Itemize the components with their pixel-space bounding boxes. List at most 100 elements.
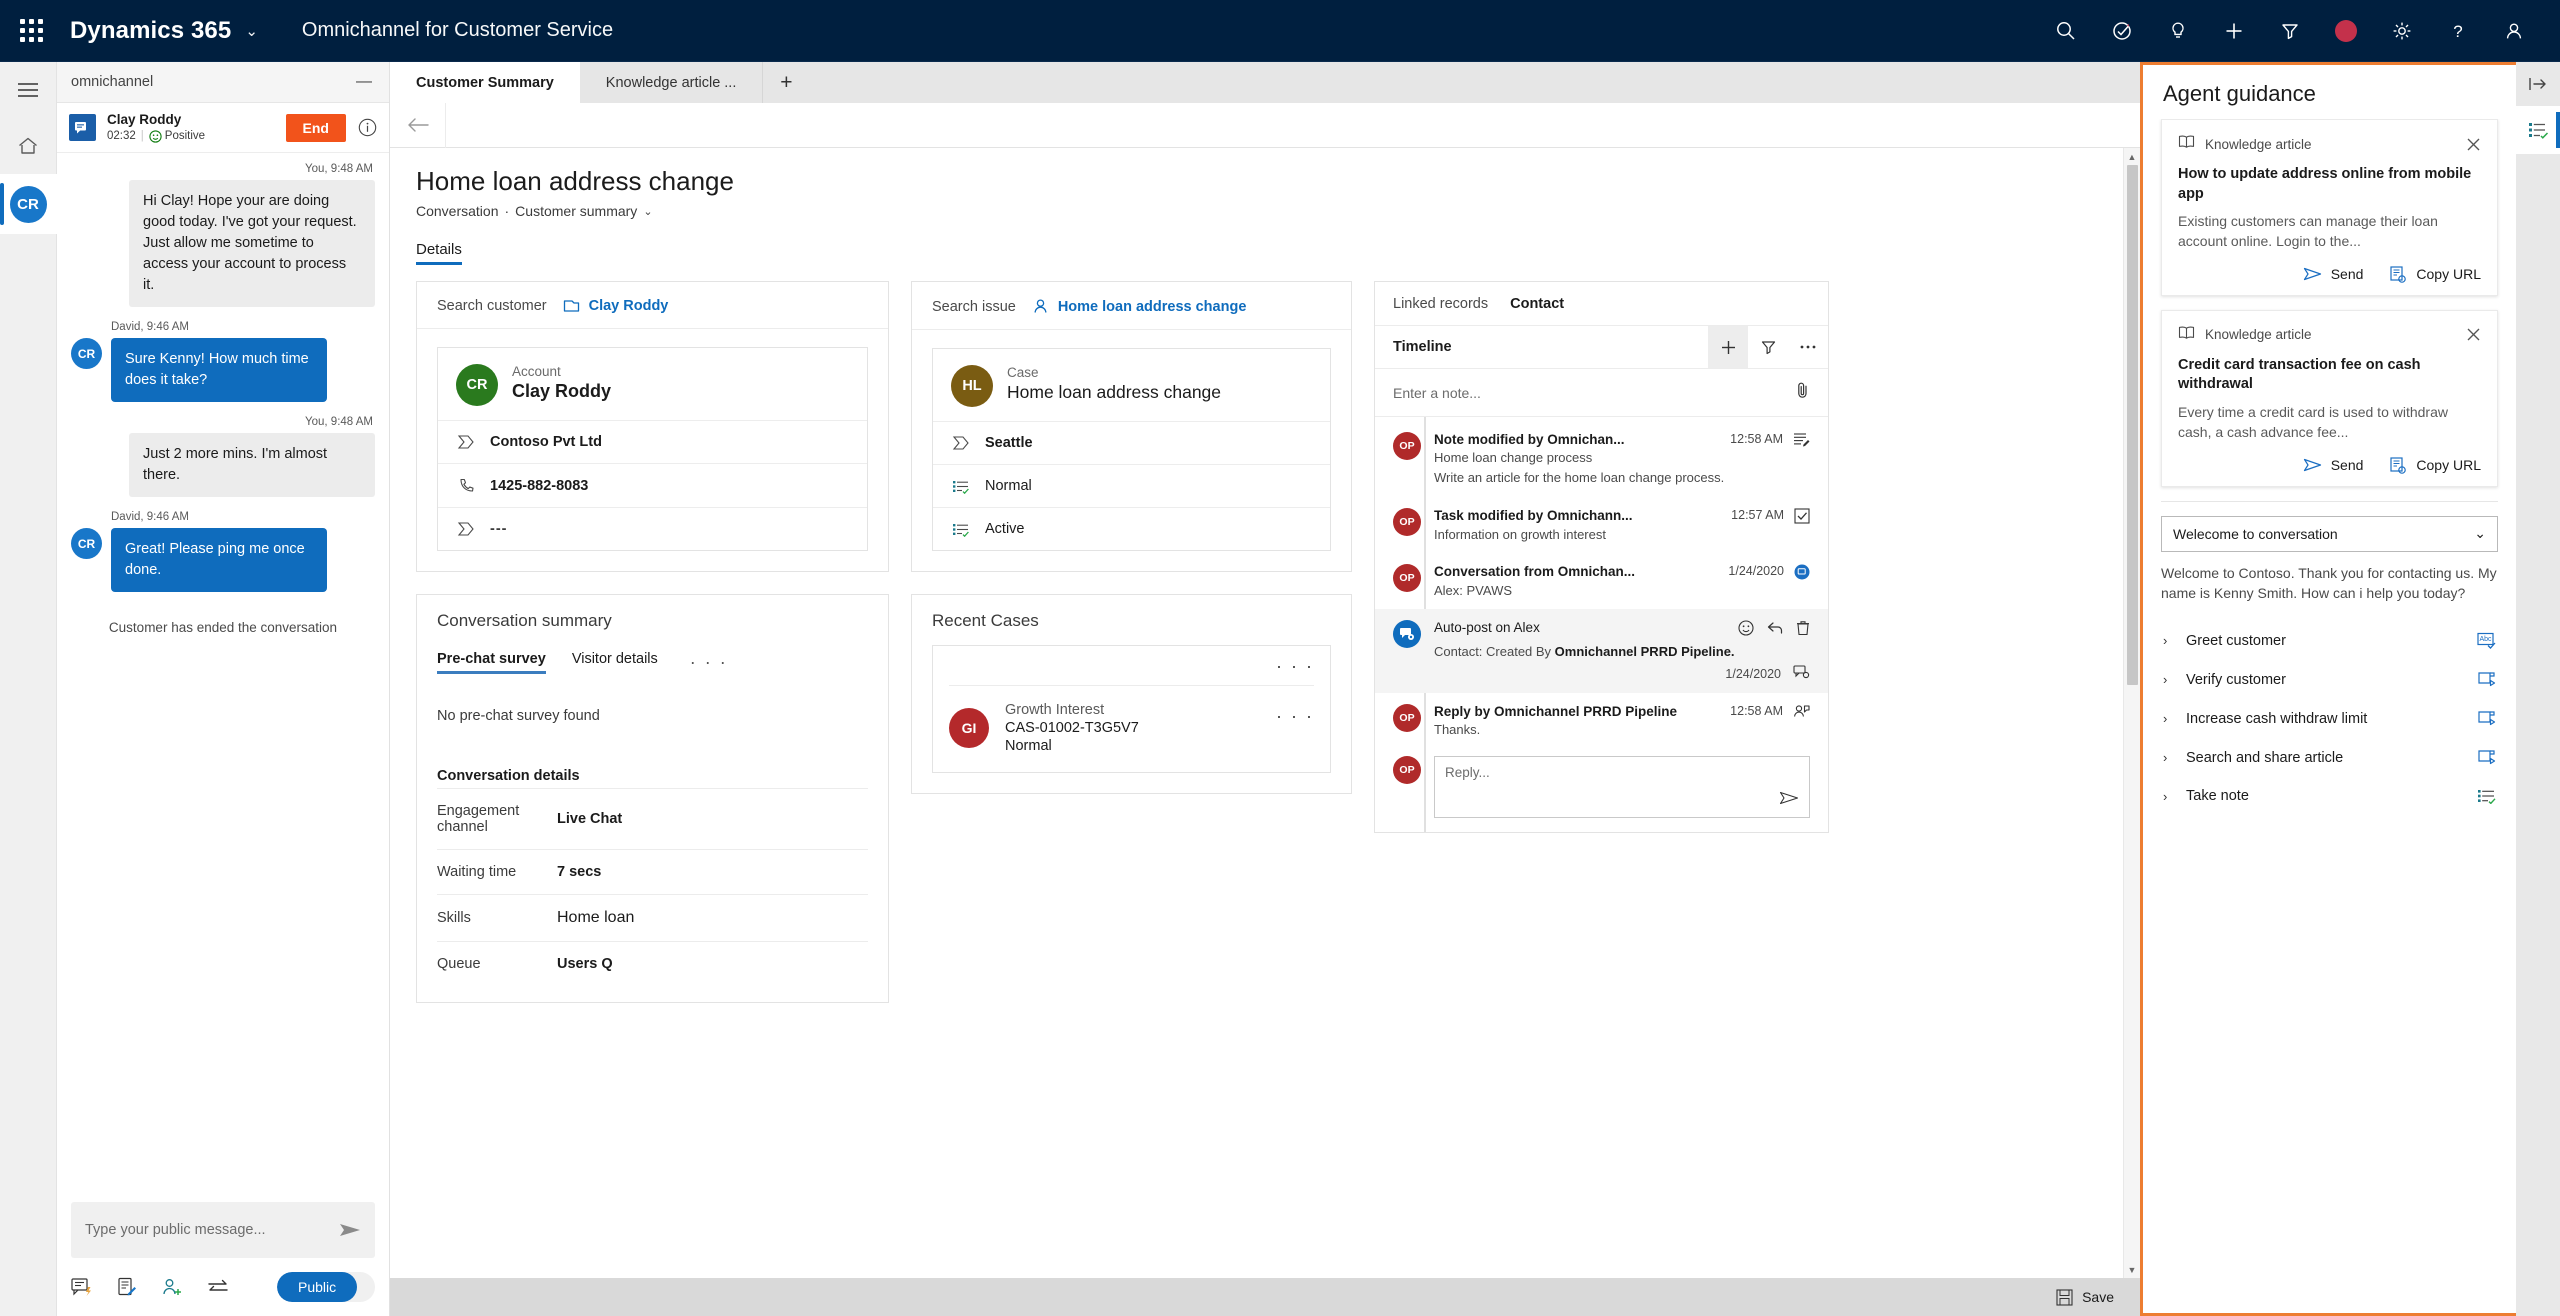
timeline-add-icon[interactable] [1708, 326, 1748, 369]
agent-scripts-icon[interactable] [2516, 106, 2560, 154]
script-step-verify-customer[interactable]: › Verify customer [2161, 660, 2498, 699]
message-item: You, 9:48 AM Just 2 more mins. I'm almos… [71, 416, 375, 498]
timeline-item-highlighted[interactable]: Auto-post on Alex Contact: Created By Om… [1375, 608, 1828, 694]
transfer-icon[interactable] [207, 1278, 229, 1296]
help-icon[interactable]: ? [2430, 0, 2486, 62]
conversation-panel-title: omnichannel [71, 74, 154, 90]
tab-customer-summary[interactable]: Customer Summary [390, 62, 580, 103]
timeline-item[interactable]: OP Conversation from Omnichan... 1/24/20… [1375, 553, 1828, 609]
expand-panel-icon[interactable] [2516, 62, 2560, 106]
form-column-middle: Search issue Home loan address change HL [911, 281, 1352, 795]
recent-cases-more-icon[interactable]: · · · [949, 656, 1314, 687]
timeline-filter-icon[interactable] [1748, 326, 1788, 368]
script-step-label: Increase cash withdraw limit [2186, 710, 2368, 727]
knowledge-article-card[interactable]: Knowledge article Credit card transactio… [2161, 309, 2498, 487]
presence-status-dot[interactable] [2318, 0, 2374, 62]
agent-script-text: Welcome to Contoso. Thank you for contac… [2161, 564, 2497, 602]
copy-url-button[interactable]: Copy URL [2389, 266, 2481, 283]
reply-icon[interactable] [1767, 621, 1783, 640]
tab-details[interactable]: Details [416, 241, 462, 266]
info-icon[interactable] [358, 118, 377, 137]
chevron-down-icon[interactable]: ⌄ [2474, 525, 2486, 542]
timeline-note-input[interactable]: Enter a note... [1375, 369, 1828, 418]
back-arrow-icon[interactable] [390, 102, 446, 148]
timeline-more-icon[interactable] [1788, 326, 1828, 368]
knowledge-card-description: Existing customers can manage their loan… [2178, 213, 2438, 249]
plus-icon[interactable] [2206, 0, 2262, 62]
notes-icon[interactable] [117, 1277, 137, 1297]
chevron-down-icon[interactable]: ⌄ [245, 22, 258, 40]
quick-replies-icon[interactable] [71, 1277, 93, 1297]
tab-pre-chat-survey[interactable]: Pre-chat survey [437, 651, 546, 675]
main-scrollbar[interactable]: ▲ ▼ [2123, 148, 2140, 1278]
emoji-icon[interactable] [1738, 620, 1754, 641]
form-column-right: Linked records Contact Timeline Enter a … [1374, 281, 1829, 834]
issue-record-link[interactable]: Home loan address change [1032, 298, 1246, 315]
save-button[interactable]: Save [2056, 1288, 2114, 1306]
end-conversation-button[interactable]: End [285, 113, 346, 142]
tab-knowledge-article[interactable]: Knowledge article ... [580, 62, 764, 103]
script-step-take-note[interactable]: › Take note [2161, 777, 2498, 815]
message-input[interactable]: Type your public message... [71, 1202, 375, 1258]
script-step-greet-customer[interactable]: › Greet customer Abc [2161, 621, 2498, 660]
command-bar [390, 102, 2140, 148]
script-step-increase-cash-withdraw-limit[interactable]: › Increase cash withdraw limit [2161, 699, 2498, 738]
delete-icon[interactable] [1796, 620, 1810, 641]
consult-icon[interactable] [161, 1277, 183, 1297]
gear-icon[interactable] [2374, 0, 2430, 62]
waffle-grid-icon[interactable] [0, 19, 62, 42]
user-account-icon[interactable] [2486, 0, 2542, 62]
assistant-icon[interactable] [2094, 0, 2150, 62]
home-icon[interactable] [0, 118, 57, 174]
tab-visitor-details[interactable]: Visitor details [572, 651, 658, 674]
message-mode-toggle[interactable]: Public Internal [277, 1272, 375, 1302]
list-item[interactable]: GI Growth Interest CAS-01002-T3G5V7 Norm… [949, 686, 1314, 754]
timeline-item[interactable]: OP Task modified by Omnichann... 12:57 A… [1375, 497, 1828, 553]
timeline-reply-input[interactable]: Reply... [1434, 756, 1810, 819]
send-article-button[interactable]: Send [2303, 457, 2363, 474]
script-run-icon[interactable] [2477, 710, 2496, 727]
copy-url-button[interactable]: Copy URL [2389, 457, 2481, 474]
knowledge-card-title: How to update address online from mobile… [2178, 166, 2472, 202]
script-run-icon[interactable] [2477, 749, 2496, 766]
agent-script-select[interactable]: Welecome to conversation ⌄ [2161, 515, 2498, 552]
mode-internal-button[interactable]: Internal [357, 1272, 375, 1302]
send-icon[interactable] [339, 1222, 361, 1238]
mode-public-button[interactable]: Public [277, 1272, 358, 1302]
recent-case-body: Growth Interest CAS-01002-T3G5V7 Normal [1005, 702, 1260, 754]
issue-field-row: Normal [933, 464, 1330, 507]
timeline-item[interactable]: OP Reply by Omnichannel PRRD Pipeline 12… [1375, 693, 1828, 748]
send-icon[interactable] [1779, 791, 1799, 810]
timeline-item[interactable]: OP Note modified by Omnichan... 12:58 AM [1375, 421, 1828, 496]
customer-record-link[interactable]: Clay Roddy [563, 298, 668, 314]
filter-icon[interactable] [2262, 0, 2318, 62]
tab-contact[interactable]: Contact [1510, 296, 1564, 312]
lightbulb-icon[interactable] [2150, 0, 2206, 62]
paperclip-icon[interactable] [1796, 381, 1810, 404]
scrollbar-thumb[interactable] [2126, 165, 2138, 685]
scroll-up-button[interactable]: ▲ [2128, 148, 2137, 165]
recent-case-more-icon[interactable]: · · · [1276, 702, 1314, 727]
script-step-search-and-share-article[interactable]: › Search and share article [2161, 738, 2498, 777]
hamburger-icon[interactable] [0, 62, 57, 118]
close-icon[interactable] [2466, 137, 2481, 152]
scroll-down-button[interactable]: ▼ [2128, 1261, 2137, 1278]
post-icon [1793, 664, 1810, 684]
tab-linked-records[interactable]: Linked records [1393, 296, 1488, 312]
more-icon[interactable]: · · · [690, 652, 728, 673]
close-icon[interactable] [2466, 327, 2481, 342]
search-icon[interactable] [2038, 0, 2094, 62]
smiley-icon [149, 130, 162, 143]
send-article-button[interactable]: Send [2303, 266, 2363, 283]
add-tab-button[interactable]: + [763, 62, 809, 103]
abc-check-icon[interactable]: Abc [2477, 632, 2496, 650]
scrollbar-track[interactable] [2124, 165, 2141, 1261]
knowledge-article-card[interactable]: Knowledge article How to update address … [2161, 119, 2498, 296]
guidance-divider [2161, 500, 2498, 502]
list-check-icon[interactable] [2477, 788, 2496, 805]
sidebar-item-session-clay-roddy[interactable]: CR [0, 174, 57, 234]
chevron-down-icon[interactable]: ⌄ [643, 205, 652, 218]
minimize-icon[interactable]: — [353, 74, 375, 90]
script-run-icon[interactable] [2477, 671, 2496, 688]
timeline-item-desc-2: Write an article for the home loan chang… [1434, 470, 1725, 486]
